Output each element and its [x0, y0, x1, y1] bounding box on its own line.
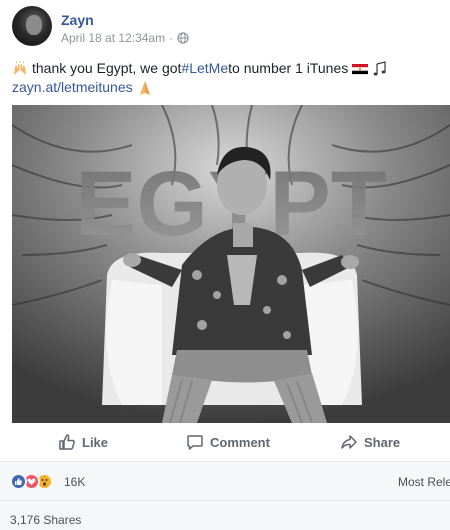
- reactions-bar: 16K Most Rele: [0, 462, 450, 500]
- share-label: Share: [364, 434, 401, 450]
- meta-separator: ·: [169, 31, 174, 45]
- post-text: thank you Egypt, we got #LetMe to number…: [12, 59, 442, 97]
- thumbs-up-icon: [59, 434, 75, 450]
- folded-hands-emoji: [139, 80, 150, 95]
- raised-hands-emoji: [14, 60, 26, 75]
- external-link[interactable]: zayn.at/letmeitunes: [12, 78, 133, 97]
- sort-comments-dropdown[interactable]: Most Rele: [398, 475, 450, 489]
- like-label: Like: [82, 434, 109, 450]
- post-text-line-2: zayn.at/letmeitunes: [12, 78, 442, 97]
- post-photo[interactable]: EGYPT: [12, 105, 450, 423]
- comment-label: Comment: [210, 434, 270, 450]
- like-reaction-icon: [10, 473, 27, 490]
- shares-bar: 3,176 Shares: [0, 500, 450, 530]
- author-name[interactable]: Zayn: [61, 12, 94, 28]
- share-count[interactable]: 3,176 Shares: [10, 513, 81, 527]
- reaction-count[interactable]: 16K: [64, 475, 85, 489]
- music-notes-emoji: [373, 60, 386, 75]
- share-button[interactable]: Share: [340, 424, 400, 460]
- post-text-part-2: to number 1 iTunes: [228, 60, 349, 76]
- share-icon: [341, 435, 357, 449]
- post-meta: April 18 at 12:34am ·: [61, 31, 189, 45]
- post-text-line-1: thank you Egypt, we got #LetMe to number…: [12, 59, 442, 78]
- egypt-flag-emoji: [352, 63, 369, 74]
- post-header: Zayn April 18 at 12:34am ·: [0, 0, 450, 52]
- post-text-part-1: thank you Egypt, we got: [32, 60, 182, 76]
- avatar[interactable]: [12, 6, 52, 46]
- photo-artwork: EGYPT: [12, 105, 450, 423]
- reaction-icons[interactable]: [10, 473, 53, 490]
- comment-icon: [187, 435, 203, 450]
- post-actions: Like Comment Share: [12, 424, 450, 460]
- hashtag-link[interactable]: #LetMe: [181, 59, 228, 78]
- timestamp[interactable]: April 18 at 12:34am: [61, 31, 165, 45]
- globe-icon[interactable]: [177, 32, 189, 44]
- comment-button[interactable]: Comment: [186, 424, 270, 460]
- like-button[interactable]: Like: [58, 424, 108, 460]
